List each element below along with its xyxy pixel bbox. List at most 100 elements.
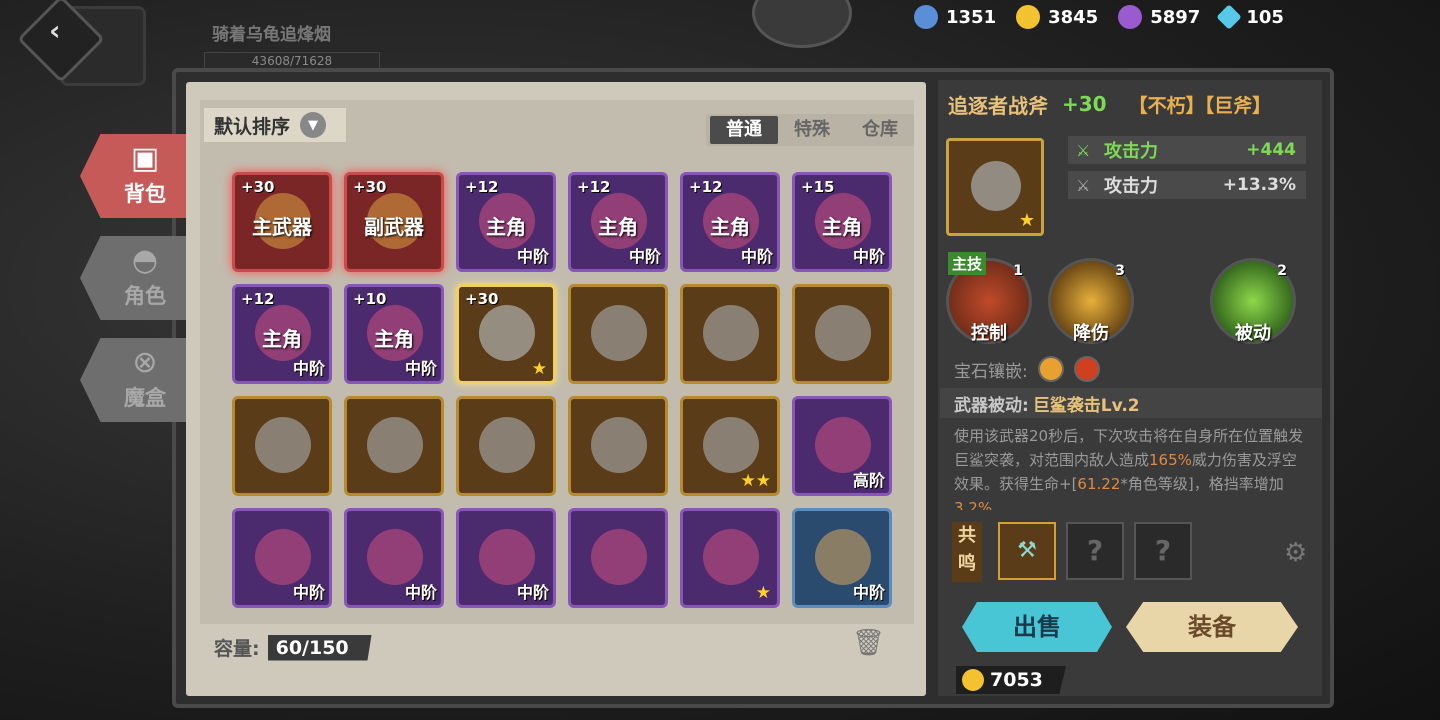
inventory-slot[interactable] [456,396,556,496]
tab-magic-box[interactable]: ⊗ 魔盒 [80,338,194,422]
item-icon [703,305,759,361]
inventory-slot[interactable] [680,284,780,384]
resonance-slot-filled[interactable]: ⚒ [998,522,1056,580]
inventory-slot[interactable]: +30 副武器 [344,172,444,272]
stat-attack-pct: ⚔ 攻击力 +13.3% [1068,171,1306,199]
item-icon [591,529,647,585]
inventory-slot[interactable]: +30 主武器 [232,172,332,272]
inventory-slot[interactable]: +12 主角 中阶 [232,284,332,384]
skill-level: 3 [1115,263,1125,279]
equip-button[interactable]: 装备 [1126,602,1298,652]
axe-icon: ⚒ [1017,538,1037,563]
item-tag: 主角 [598,215,638,239]
stat-value: +13.3% [1222,175,1296,195]
tab-backpack[interactable]: ▣ 背包 [80,134,194,218]
blue-orb-icon [914,5,938,29]
gem-icon[interactable] [1073,356,1100,382]
item-icon [479,529,535,585]
item-tier: 中阶 [852,583,885,602]
item-tag: 主武器 [252,215,312,239]
inventory-slot[interactable]: +30 ★ [456,284,556,384]
inventory-slot[interactable]: ★ [680,508,780,608]
inventory-slot[interactable]: +15 主角 中阶 [792,172,892,272]
trash-icon[interactable]: 🗑 [852,628,885,660]
passive-label: 武器被动: [954,395,1029,416]
inventory-slot[interactable]: 中阶 [792,508,892,608]
item-tier: 中阶 [516,247,549,266]
sell-button[interactable]: 出售 [962,602,1112,652]
item-tier: 中阶 [404,359,437,378]
capacity-value: 60/150 [267,634,372,661]
capacity-label: 容量: [214,638,260,660]
skill-level: 1 [1013,263,1023,279]
item-tier: 中阶 [404,583,437,602]
item-icon [815,305,871,361]
item-tag: 副武器 [364,215,424,239]
inventory-slot[interactable] [344,396,444,496]
weapon-plus: +30 [1062,92,1107,116]
currency-blue-orb[interactable]: 1351 [914,4,996,30]
item-tag: 主角 [374,327,414,351]
resonance-label: 共鸣 [952,522,982,582]
chevron-down-icon: ▼ [300,112,327,138]
inventory-slot[interactable]: +12 主角 中阶 [568,172,668,272]
inventory-slot[interactable]: +10 主角 中阶 [344,284,444,384]
weapon-name: 追逐者战斧 [948,93,1048,118]
item-stars: ★★ [740,471,771,491]
inventory-slot[interactable] [568,396,668,496]
magic-box-icon: ⊗ [132,345,158,380]
inventory-slot[interactable] [232,396,332,496]
item-stars: ★ [531,359,547,379]
inventory-slot[interactable]: 中阶 [232,508,332,608]
inventory-slot[interactable]: 高阶 [792,396,892,496]
currency-gold[interactable]: 3845 [1016,4,1098,30]
currency-value: 3845 [1048,6,1099,28]
sword-icon: ⚔ [1076,140,1091,160]
inventory-slot[interactable]: +12 主角 中阶 [680,172,780,272]
skill-label: 被动 [1235,323,1271,344]
currency-diamond[interactable]: 105 [1216,4,1284,30]
skill-damage-reduction[interactable]: 3 降伤 [1048,258,1134,344]
weapon-icon: ★ [946,138,1044,236]
sort-dropdown[interactable]: 默认排序 ▼ [204,108,346,142]
tab-special[interactable]: 特殊 [778,116,846,144]
item-tier: 中阶 [516,583,549,602]
currency-value: 105 [1246,6,1284,28]
item-title: 追逐者战斧 +30 【不朽】【巨斧】 [948,88,1271,120]
resonance-slot-locked[interactable]: ? [1066,522,1124,580]
item-tag: 主角 [486,215,526,239]
inventory-slot[interactable]: +12 主角中阶 [456,172,556,272]
resonance-slot-locked[interactable]: ? [1134,522,1192,580]
game-screen: ‹ 骑着乌龟追烽烟 43608/71628 1351 3845 5897 105… [0,0,1440,720]
gem-icon[interactable] [1037,356,1064,382]
tab-normal[interactable]: 普通 [710,116,778,144]
backpack-icon: ▣ [130,141,160,176]
passive-description[interactable]: 使用该武器20秒后，下次攻击将在自身所在位置触发巨鲨突袭，对范围内敌人造成165… [954,424,1310,510]
skill-passive[interactable]: 2 被动 [1210,258,1296,344]
gold-value: 7053 [990,669,1043,691]
item-tier: 中阶 [292,583,325,602]
item-plus: +30 [465,290,499,308]
skill-level: 2 [1277,263,1287,279]
tab-character[interactable]: ◓ 角色 [80,236,194,320]
gem-label: 宝石镶嵌: [954,361,1028,382]
tab-warehouse[interactable]: 仓库 [846,116,914,144]
inventory-slot[interactable] [568,508,668,608]
desc-highlight: 61.22 [1077,475,1121,493]
passive-name: 巨鲨袭击Lv.2 [1032,395,1140,416]
inventory-slot[interactable]: 中阶 [344,508,444,608]
center-menu-button[interactable] [752,0,852,48]
gear-icon[interactable]: ⚙ [1284,538,1307,568]
item-tier: 中阶 [740,247,773,266]
inventory-slot[interactable] [792,284,892,384]
currency-purple-gem[interactable]: 5897 [1118,4,1200,30]
inventory-slot[interactable]: ★★ [680,396,780,496]
inventory-slot[interactable]: 中阶 [456,508,556,608]
inventory-slot[interactable] [568,284,668,384]
item-plus: +12 [465,178,499,196]
purple-gem-icon [1118,5,1143,29]
tab-label: 背包 [124,182,166,206]
item-icon [367,529,423,585]
currency-value: 1351 [946,6,997,28]
item-tag: 主角 [710,215,750,239]
